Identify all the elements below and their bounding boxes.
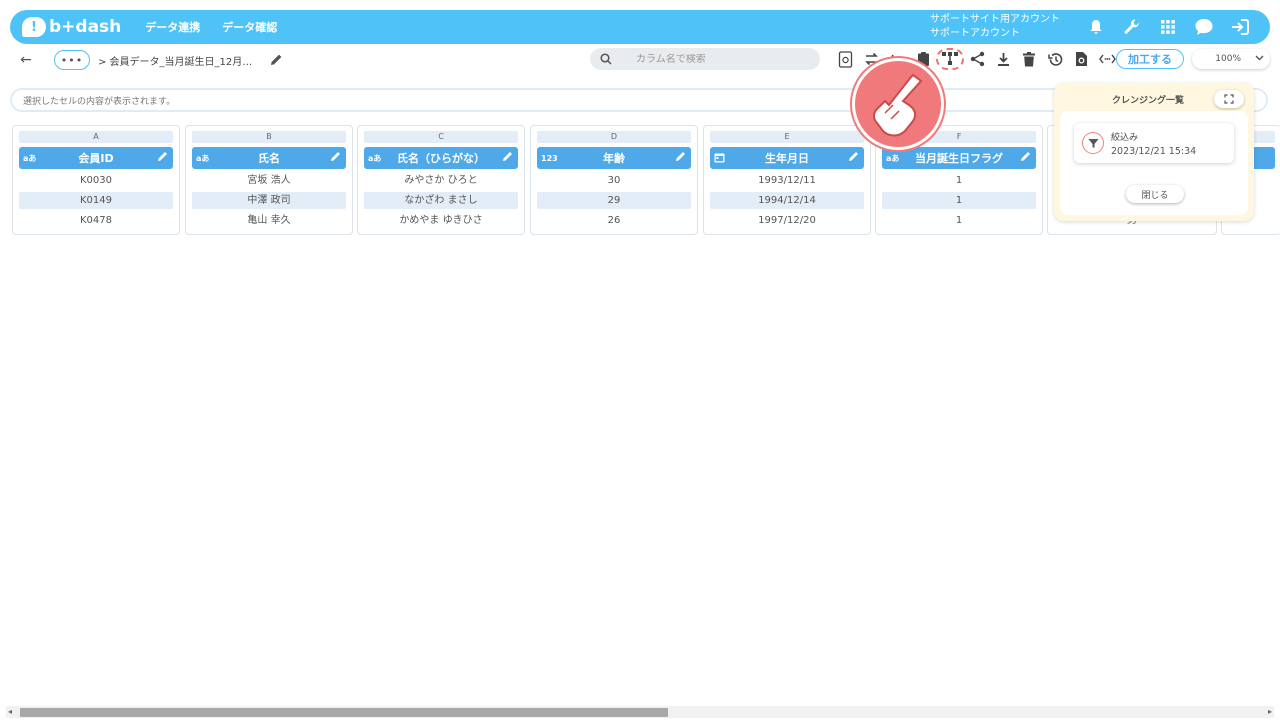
- table-cell[interactable]: みやさか ひろと: [364, 172, 518, 189]
- edit-pencil-icon[interactable]: [502, 151, 513, 165]
- table-cell[interactable]: なかざわ まさし: [364, 192, 518, 209]
- back-button[interactable]: ←: [10, 52, 42, 68]
- logout-icon[interactable]: [1222, 12, 1258, 42]
- number-type-icon: 123: [541, 153, 558, 163]
- table-cell[interactable]: 宮坂 浩人: [192, 172, 346, 189]
- table-cell[interactable]: K0149: [19, 192, 173, 209]
- cell-content-text: 選択したセルの内容が表示されます。: [23, 96, 176, 107]
- process-button[interactable]: 加工する: [1116, 49, 1184, 69]
- global-header: ! b+dash データ連携 データ確認 サポートサイト用アカウント サポートア…: [10, 10, 1270, 44]
- account-name-1: サポートサイト用アカウント: [930, 14, 1060, 25]
- account-name-2: サポートアカウント: [930, 28, 1020, 39]
- table-cell[interactable]: 1: [882, 212, 1036, 229]
- nav-data-check[interactable]: データ確認: [222, 19, 277, 35]
- trash-icon[interactable]: [1016, 48, 1042, 70]
- column-name: 氏名（ひらがな）: [397, 152, 485, 165]
- column-header[interactable]: 生年月日: [710, 147, 864, 169]
- chevron-down-icon: [1255, 54, 1264, 64]
- history-icon[interactable]: [1042, 48, 1068, 70]
- cleansing-entry-name: 絞込み: [1111, 133, 1139, 143]
- logo-text: b+dash: [49, 17, 122, 37]
- column-header[interactable]: aあ 氏名: [192, 147, 346, 169]
- download-icon[interactable]: [990, 48, 1016, 70]
- table-cell[interactable]: 1: [882, 192, 1036, 209]
- table-cell[interactable]: 1993/12/11: [710, 172, 864, 189]
- edit-pencil-icon[interactable]: [157, 151, 168, 165]
- scrollbar-thumb[interactable]: [20, 708, 668, 717]
- filter-icon: [1082, 132, 1104, 154]
- column-b[interactable]: B aあ 氏名 宮坂 浩人 中澤 政司 亀山 幸久: [185, 125, 353, 235]
- column-name: 会員ID: [78, 152, 114, 165]
- bdash-logo[interactable]: ! b+dash: [22, 17, 121, 37]
- table-cell[interactable]: 26: [537, 212, 691, 229]
- column-letter: D: [537, 131, 691, 143]
- panel-content: 絞込み 2023/12/21 15:34 閉じる: [1060, 111, 1248, 215]
- refresh-file-icon[interactable]: [1068, 48, 1094, 70]
- chat-icon[interactable]: [1186, 12, 1222, 42]
- horizontal-scrollbar[interactable]: ◂ ▸: [6, 706, 1274, 718]
- logo-bubble-icon: !: [22, 17, 46, 37]
- text-type-icon: aあ: [368, 153, 382, 163]
- edit-pencil-icon[interactable]: [1020, 151, 1031, 165]
- column-search[interactable]: [590, 48, 820, 70]
- column-name: 当月誕生日フラグ: [915, 152, 1003, 165]
- table-cell[interactable]: 29: [537, 192, 691, 209]
- table-cell[interactable]: 1: [882, 172, 1036, 189]
- nav-data-integration[interactable]: データ連携: [145, 19, 200, 35]
- column-search-input[interactable]: [636, 53, 816, 65]
- wrench-icon[interactable]: [1114, 12, 1150, 42]
- panel-title: クレンジング一覧: [1112, 96, 1185, 106]
- table-cell[interactable]: かめやま ゆきひさ: [364, 212, 518, 229]
- column-letter: B: [192, 131, 346, 143]
- dataset-toolbar: ← ••• > 会員データ_当月誕生日_12月… カラム名で検索 加工する 10…: [10, 46, 1272, 74]
- bell-icon[interactable]: [1078, 12, 1114, 42]
- table-cell[interactable]: 30: [537, 172, 691, 189]
- cleansing-entry-date: 2023/12/21 15:34: [1111, 146, 1197, 157]
- table-cell[interactable]: 中澤 政司: [192, 192, 346, 209]
- scroll-left-icon[interactable]: ◂: [8, 706, 12, 718]
- column-header[interactable]: aあ 氏名（ひらがな）: [364, 147, 518, 169]
- column-name: 生年月日: [765, 152, 809, 165]
- text-type-icon: aあ: [886, 153, 900, 163]
- share-icon[interactable]: [964, 48, 990, 70]
- column-c[interactable]: C aあ 氏名（ひらがな） みやさか ひろと なかざわ まさし かめやま ゆきひ…: [357, 125, 525, 235]
- grid-icon[interactable]: [1150, 12, 1186, 42]
- column-letter: E: [710, 131, 864, 143]
- column-header[interactable]: aあ 会員ID: [19, 147, 173, 169]
- column-d[interactable]: D 123 年齢 30 29 26: [530, 125, 698, 235]
- scroll-right-icon[interactable]: ▸: [1268, 706, 1272, 718]
- edit-pencil-icon[interactable]: [330, 151, 341, 165]
- text-type-icon: aあ: [196, 153, 210, 163]
- column-name: 氏名: [258, 152, 280, 165]
- text-type-icon: aあ: [23, 153, 37, 163]
- cleansing-entry[interactable]: 絞込み 2023/12/21 15:34: [1074, 123, 1234, 163]
- zoom-value: 100%: [1215, 54, 1241, 64]
- column-letter: A: [19, 131, 173, 143]
- cleansing-list-panel: クレンジング一覧 絞込み 2023/12/21 15:34 閉じる: [1054, 83, 1254, 221]
- column-a[interactable]: A aあ 会員ID K0030 K0149 K0478: [12, 125, 180, 235]
- hand-pointer-icon: [852, 58, 944, 150]
- expand-icon[interactable]: [1214, 90, 1244, 108]
- edit-pencil-icon[interactable]: [848, 151, 859, 165]
- table-cell[interactable]: 1994/12/14: [710, 192, 864, 209]
- column-e[interactable]: E 生年月日 1993/12/11 1994/12/14 1997/12/20: [703, 125, 871, 235]
- search-icon: [600, 50, 612, 69]
- table-cell[interactable]: K0030: [19, 172, 173, 189]
- table-cell[interactable]: K0478: [19, 212, 173, 229]
- zoom-select[interactable]: 100%: [1192, 49, 1270, 69]
- close-button[interactable]: 閉じる: [1126, 185, 1184, 203]
- breadcrumb[interactable]: > 会員データ_当月誕生日_12月…: [98, 53, 252, 68]
- column-letter: C: [364, 131, 518, 143]
- rename-pencil-icon[interactable]: [270, 51, 283, 70]
- calendar-icon: [714, 152, 725, 165]
- account-info[interactable]: サポートサイト用アカウント サポートアカウント: [930, 13, 1060, 41]
- column-name: 年齢: [603, 152, 625, 165]
- table-cell[interactable]: 1997/12/20: [710, 212, 864, 229]
- column-header[interactable]: 123 年齢: [537, 147, 691, 169]
- table-cell[interactable]: 亀山 幸久: [192, 212, 346, 229]
- edit-pencil-icon[interactable]: [675, 151, 686, 165]
- more-breadcrumb-button[interactable]: •••: [54, 50, 90, 70]
